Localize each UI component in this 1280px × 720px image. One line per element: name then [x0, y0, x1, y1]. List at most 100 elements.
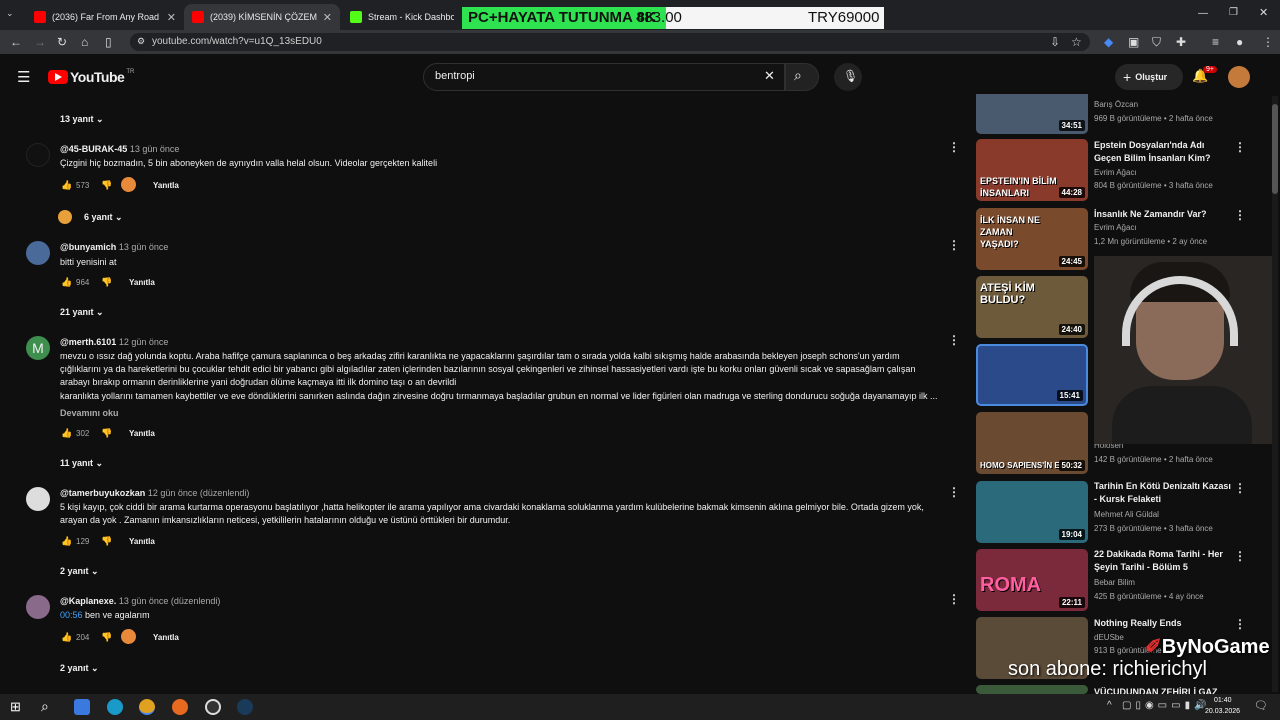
video-thumbnail[interactable]: HOMO SAPIENS'İN E 50:32 [976, 412, 1088, 474]
obs-icon[interactable] [205, 699, 221, 715]
dislike-icon[interactable]: 👎 [101, 277, 112, 288]
replies-toggle[interactable]: 2 yanıt ⌄ [60, 663, 99, 674]
video-title[interactable]: 22 Dakikada Roma Tarihi - Her Şeyin Tari… [1094, 548, 1232, 574]
tab-menu-icon[interactable]: ⌄ [6, 8, 14, 19]
like-icon[interactable]: 👍 [61, 536, 72, 547]
video-thumbnail[interactable]: ATEŞİ KİM BULDU? 24:40 [976, 276, 1088, 338]
reply-button[interactable]: Yanıtla [129, 278, 155, 287]
channel-name[interactable]: Mehmet Ali Güldal [1094, 510, 1159, 519]
dislike-icon[interactable]: 👎 [101, 536, 112, 547]
reply-button[interactable]: Yanıtla [129, 537, 155, 546]
firefox-icon[interactable] [172, 699, 188, 715]
channel-name[interactable]: Bebar Bilim [1094, 578, 1135, 587]
comment-time[interactable]: 13 gün önce [119, 242, 169, 252]
like-icon[interactable]: 👍 [61, 632, 72, 643]
comment-time[interactable]: 12 gün önce [119, 337, 169, 347]
comment-author[interactable]: @Kaplanexe. [60, 596, 116, 606]
channel-name[interactable]: Barış Özcan [1094, 100, 1138, 109]
channel-name[interactable]: dEUSbe [1094, 633, 1124, 642]
steam-icon[interactable] [237, 699, 253, 715]
channel-name[interactable]: Evrim Ağacı [1094, 168, 1137, 177]
edge-icon[interactable] [107, 699, 123, 715]
install-icon[interactable]: ⇩ [1050, 35, 1060, 49]
address-bar[interactable]: youtube.com/watch?v=u1Q_13sEDU0 [130, 33, 1090, 51]
account-avatar[interactable] [1228, 66, 1250, 88]
channel-name[interactable]: Evrim Ağacı [1094, 223, 1137, 232]
tab-1[interactable]: (2036) Far From Any Road - You ✕ [26, 4, 184, 30]
avatar[interactable] [26, 241, 50, 265]
read-more-link[interactable]: Devamını oku [60, 408, 119, 418]
reload-icon[interactable]: ↻ [57, 35, 67, 49]
video-thumbnail[interactable]: İLK İNSAN NE ZAMAN YAŞADI? 24:45 [976, 208, 1088, 270]
page-scrollbar[interactable] [1272, 96, 1278, 692]
video-more-icon[interactable]: ⋮ [1234, 140, 1246, 154]
clear-search-icon[interactable]: ✕ [764, 68, 775, 84]
video-title[interactable]: Epstein Dosyaları'nda Adı Geçen Bilim İn… [1094, 139, 1232, 165]
more-menu-icon[interactable]: ⋮ [1262, 35, 1274, 49]
close-tab-icon[interactable]: ✕ [323, 11, 332, 24]
comment-more-icon[interactable]: ⋮ [948, 485, 960, 499]
comment-author[interactable]: @merth.6101 [60, 337, 116, 347]
comment-author[interactable]: @bunyamich [60, 242, 116, 252]
timestamp-link[interactable]: 00:56 [60, 610, 83, 620]
maximize-icon[interactable]: ❐ [1229, 7, 1238, 18]
video-more-icon[interactable]: ⋮ [1234, 208, 1246, 222]
close-tab-icon[interactable]: ✕ [167, 11, 176, 24]
video-thumbnail[interactable]: 15:41 [976, 344, 1088, 406]
video-thumbnail[interactable]: ROMA 22:11 [976, 549, 1088, 611]
clock-time[interactable]: 01:40 [1214, 697, 1232, 704]
video-more-icon[interactable]: ⋮ [1234, 617, 1246, 631]
like-icon[interactable]: 👍 [61, 428, 72, 439]
home-icon[interactable]: ⌂ [81, 35, 88, 49]
tab-2[interactable]: (2039) KİMSENİN ÇÖZEMEDİĞİ ✕ [184, 4, 340, 30]
comment-more-icon[interactable]: ⋮ [948, 238, 960, 252]
dislike-icon[interactable]: 👎 [101, 180, 112, 191]
copilot-icon[interactable] [74, 699, 90, 715]
reply-button[interactable]: Yanıtla [153, 181, 179, 190]
like-icon[interactable]: 👍 [61, 180, 72, 191]
video-title[interactable]: İnsanlık Ne Zamandır Var? [1094, 208, 1232, 221]
comment-time[interactable]: 13 gün önce [130, 144, 180, 154]
comment-time[interactable]: 12 gün önce (düzenlendi) [148, 488, 250, 498]
dislike-icon[interactable]: 👎 [101, 428, 112, 439]
sidepanel-icon[interactable]: ▯ [105, 35, 112, 49]
comment-more-icon[interactable]: ⋮ [948, 592, 960, 606]
windows-start-icon[interactable]: ⊞ [10, 699, 21, 715]
extension-icon[interactable]: ◆ [1104, 35, 1113, 49]
minimize-icon[interactable]: — [1198, 8, 1208, 19]
extension-icon[interactable]: ▣ [1128, 35, 1139, 49]
tab-3[interactable]: Stream - Kick Dashboard [342, 4, 462, 30]
video-thumbnail[interactable]: EPSTEIN'IN BİLİM İNSANLARI 44:28 [976, 139, 1088, 201]
bookmark-star-icon[interactable]: ☆ [1071, 35, 1082, 49]
comment-author[interactable]: @45-BURAK-45 [60, 144, 127, 154]
video-thumbnail[interactable]: 34:51 [976, 94, 1088, 134]
search-button[interactable] [785, 63, 819, 91]
replies-toggle[interactable]: 11 yanıt ⌄ [60, 458, 103, 469]
avatar[interactable]: M [26, 336, 50, 360]
chrome-icon[interactable] [139, 699, 155, 715]
close-window-icon[interactable]: ✕ [1259, 6, 1268, 19]
hamburger-menu-icon[interactable]: ☰ [17, 68, 30, 86]
video-thumbnail[interactable] [976, 685, 1088, 694]
reply-button[interactable]: Yanıtla [129, 429, 155, 438]
profile-icon[interactable]: ● [1236, 35, 1243, 49]
clock-date[interactable]: 20.03.2026 [1205, 708, 1240, 715]
media-icon[interactable]: ≡ [1212, 35, 1219, 49]
comment-more-icon[interactable]: ⋮ [948, 333, 960, 347]
replies-toggle[interactable]: 13 yanıt ⌄ [60, 114, 104, 125]
video-title[interactable]: Nothing Really Ends [1094, 617, 1232, 630]
shield-icon[interactable]: ⛉ [1152, 35, 1161, 50]
create-button[interactable]: + Oluştur [1115, 64, 1183, 90]
replies-toggle[interactable]: 6 yanıt ⌄ [84, 212, 123, 223]
video-more-icon[interactable]: ⋮ [1234, 549, 1246, 563]
dislike-icon[interactable]: 👎 [101, 632, 112, 643]
replies-toggle[interactable]: 21 yanıt ⌄ [60, 307, 104, 318]
notification-center-icon[interactable]: 🗨 [1254, 699, 1268, 712]
search-input[interactable]: bentropi [423, 63, 785, 91]
scrollbar-thumb[interactable] [1272, 104, 1278, 194]
site-info-icon[interactable]: ⚙ [137, 36, 145, 47]
like-icon[interactable]: 👍 [61, 277, 72, 288]
comment-author[interactable]: @tamerbuyukozkan [60, 488, 145, 498]
back-icon[interactable]: ← [10, 35, 22, 49]
search-taskbar-icon[interactable]: ⌕ [41, 698, 49, 715]
